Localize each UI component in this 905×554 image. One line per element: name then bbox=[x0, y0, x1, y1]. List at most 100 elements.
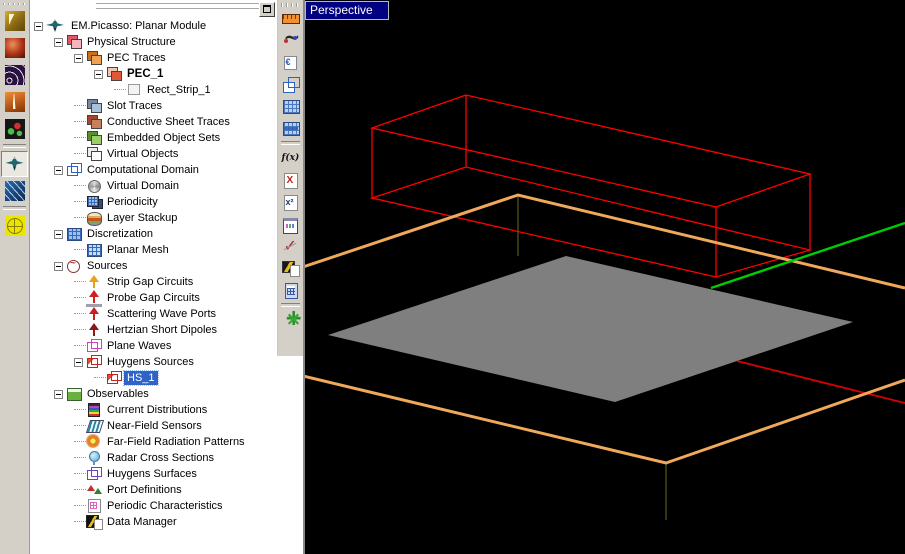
module-molecules-button[interactable] bbox=[1, 116, 28, 142]
x-squared-button[interactable] bbox=[279, 192, 302, 213]
expander-minus-icon[interactable] bbox=[54, 262, 63, 271]
calculator-button[interactable] bbox=[279, 280, 302, 301]
tree-connector bbox=[74, 153, 86, 155]
tree-item-label: Near-Field Sensors bbox=[104, 419, 205, 433]
expander-minus-icon[interactable] bbox=[54, 390, 63, 399]
tree-connector bbox=[74, 281, 86, 283]
tree-item-slot-traces[interactable]: Slot Traces bbox=[32, 98, 276, 114]
3d-scene bbox=[303, 0, 905, 554]
tree-item-near-field[interactable]: Near-Field Sensors bbox=[32, 418, 276, 434]
tree-splitter-grip[interactable] bbox=[96, 3, 259, 11]
tree-item-strip-gap[interactable]: Strip Gap Circuits bbox=[32, 274, 276, 290]
tree-item-probe-gap[interactable]: Probe Gap Circuits bbox=[32, 290, 276, 306]
tree-item-huygens-sources[interactable]: Huygens Sources bbox=[32, 354, 276, 370]
pec-rect-strip-plate[interactable] bbox=[328, 256, 853, 402]
viewport-border bbox=[303, 0, 305, 554]
toolbar-grip[interactable] bbox=[3, 1, 26, 7]
periodic-char-icon bbox=[86, 499, 102, 513]
module-toolbar bbox=[0, 0, 30, 554]
tree-item-pec-group[interactable]: PEC_1 bbox=[32, 66, 276, 82]
expander-minus-icon[interactable] bbox=[74, 358, 83, 367]
frequency-button[interactable] bbox=[279, 30, 302, 51]
tree-item-label: Rect_Strip_1 bbox=[144, 83, 214, 97]
tree-item-virtual-domain[interactable]: Virtual Domain bbox=[32, 178, 276, 194]
near-field-icon bbox=[86, 419, 102, 433]
periodicity-icon bbox=[86, 195, 102, 209]
current-dist-icon bbox=[86, 403, 102, 417]
tree-item-planar-module[interactable]: EM.Picasso: Planar Module bbox=[32, 18, 276, 34]
toolbar-grip[interactable] bbox=[281, 1, 300, 7]
project-tree: EM.Picasso: Planar ModulePhysical Struct… bbox=[32, 18, 276, 552]
tree-item-label: Virtual Objects bbox=[104, 147, 181, 161]
tree-item-label: PEC Traces bbox=[104, 51, 169, 65]
tree-item-label: Current Distributions bbox=[104, 403, 210, 417]
tree-item-dipole[interactable]: Hertzian Short Dipoles bbox=[32, 322, 276, 338]
excel-x-button[interactable] bbox=[279, 170, 302, 191]
module-blue-rays-button[interactable] bbox=[1, 178, 28, 204]
mesh-settings-button[interactable] bbox=[279, 118, 302, 139]
domain-box-icon bbox=[282, 76, 300, 93]
tree-item-label: Probe Gap Circuits bbox=[104, 291, 203, 305]
tree-item-current-dist[interactable]: Current Distributions bbox=[32, 402, 276, 418]
slot-traces-icon bbox=[86, 99, 102, 113]
tree-item-sources[interactable]: Sources bbox=[32, 258, 276, 274]
tree-item-label: Periodic Characteristics bbox=[104, 499, 226, 513]
fx-icon bbox=[282, 150, 300, 167]
huygens-item-icon bbox=[106, 371, 122, 385]
tree-item-layer-stackup[interactable]: Layer Stackup bbox=[32, 210, 276, 226]
module-purple-waves-button[interactable] bbox=[1, 62, 28, 88]
tree-item-rcs[interactable]: Radar Cross Sections bbox=[32, 450, 276, 466]
tree-item-label: Discretization bbox=[84, 227, 156, 241]
expander-minus-icon[interactable] bbox=[54, 230, 63, 239]
tree-item-data-manager[interactable]: Data Manager bbox=[32, 514, 276, 530]
tree-item-wave-ports[interactable]: Scattering Wave Ports bbox=[32, 306, 276, 322]
edit-results-button[interactable] bbox=[279, 258, 302, 279]
module-gold-icon bbox=[5, 11, 25, 31]
module-gold-button[interactable] bbox=[1, 8, 28, 34]
tree-item-label: Computational Domain bbox=[84, 163, 202, 177]
tree-item-physical-structure[interactable]: Physical Structure bbox=[32, 34, 276, 50]
fx-button[interactable] bbox=[279, 148, 302, 169]
tree-item-huygens-surfaces[interactable]: Huygens Surfaces bbox=[32, 466, 276, 482]
tree-connector bbox=[94, 377, 106, 379]
output-window-button[interactable] bbox=[279, 214, 302, 235]
output-window-icon bbox=[282, 216, 300, 233]
module-yellow-globe-button[interactable] bbox=[1, 213, 28, 239]
tree-item-periodic-char[interactable]: Periodic Characteristics bbox=[32, 498, 276, 514]
tree-item-rect-strip[interactable]: Rect_Strip_1 bbox=[32, 82, 276, 98]
tree-item-periodicity[interactable]: Periodicity bbox=[32, 194, 276, 210]
validate-check-button[interactable] bbox=[279, 236, 302, 257]
domain-box-button[interactable] bbox=[279, 74, 302, 95]
tree-item-pec-traces[interactable]: PEC Traces bbox=[32, 50, 276, 66]
mesh-grid-button[interactable] bbox=[279, 96, 302, 117]
tree-item-observables[interactable]: Observables bbox=[32, 386, 276, 402]
3d-viewport[interactable]: Perspective bbox=[303, 0, 905, 554]
module-orange-antenna-button[interactable] bbox=[1, 89, 28, 115]
tree-item-planar-mesh[interactable]: Planar Mesh bbox=[32, 242, 276, 258]
expander-minus-icon[interactable] bbox=[34, 22, 43, 31]
tree-item-port-definitions[interactable]: Port Definitions bbox=[32, 482, 276, 498]
tree-item-embedded-objects[interactable]: Embedded Object Sets bbox=[32, 130, 276, 146]
tree-maximize-button[interactable] bbox=[259, 2, 275, 17]
tree-item-virtual-objects[interactable]: Virtual Objects bbox=[32, 146, 276, 162]
expander-minus-icon[interactable] bbox=[54, 166, 63, 175]
tree-item-plane-waves[interactable]: Plane Waves bbox=[32, 338, 276, 354]
expander-minus-icon[interactable] bbox=[94, 70, 103, 79]
planar-module-icon bbox=[46, 19, 66, 33]
tree-item-far-field[interactable]: Far-Field Radiation Patterns bbox=[32, 434, 276, 450]
module-planar-active-icon bbox=[5, 154, 25, 174]
expander-minus-icon[interactable] bbox=[74, 54, 83, 63]
tree-item-discretization[interactable]: Discretization bbox=[32, 226, 276, 242]
layer-sheets-button[interactable] bbox=[279, 52, 302, 73]
tree-connector bbox=[74, 329, 86, 331]
module-planar-active-button[interactable] bbox=[1, 151, 28, 177]
expander-minus-icon[interactable] bbox=[54, 38, 63, 47]
huygens-sources-icon bbox=[86, 355, 102, 369]
tree-item-domain[interactable]: Computational Domain bbox=[32, 162, 276, 178]
tree-item-conductive-traces[interactable]: Conductive Sheet Traces bbox=[32, 114, 276, 130]
module-molecules-icon bbox=[5, 119, 25, 139]
tree-item-huygens-item[interactable]: HS_1 bbox=[32, 370, 276, 386]
run-simulation-button[interactable] bbox=[279, 310, 302, 331]
module-red-sphere-button[interactable] bbox=[1, 35, 28, 61]
tree-connector bbox=[74, 313, 86, 315]
